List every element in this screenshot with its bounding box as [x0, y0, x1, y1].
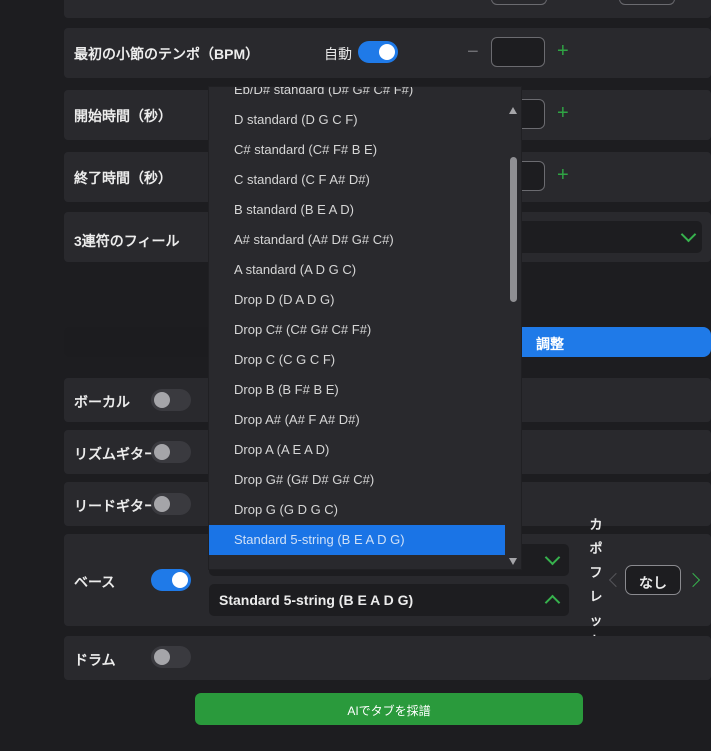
top-partial-row	[64, 0, 711, 18]
toggle-knob	[379, 44, 395, 60]
rhythm-guitar-toggle[interactable]	[151, 441, 191, 463]
capo-char: ッ	[589, 613, 603, 628]
rhythm-guitar-label: リズムギター	[74, 446, 158, 462]
capo-prev-button[interactable]	[606, 571, 624, 591]
tempo-row: 最初の小節のテンポ（BPM） 自動 − +	[64, 28, 711, 78]
tuning-option[interactable]: Drop G# (G# D# G# C#)	[209, 465, 521, 495]
tuning-options: Eb/D# standard (D# G# C# F#) D standard (…	[209, 87, 521, 555]
bass-label: ベース	[74, 574, 116, 590]
tuning-option[interactable]: Drop B (B F# B E)	[209, 375, 521, 405]
tuning-option[interactable]: D standard (D G C F)	[209, 105, 521, 135]
bass-tuning-select[interactable]: Standard 5-string (B E A D G)	[209, 584, 569, 616]
scroll-up-arrow-icon[interactable]	[509, 107, 517, 114]
toggle-knob	[154, 649, 170, 665]
transcribe-button-label: AIでタブを採譜	[347, 704, 431, 718]
capo-char: カ	[589, 517, 603, 532]
tuning-option[interactable]: Drop D (D A D G)	[209, 285, 521, 315]
chevron-right-icon	[685, 572, 701, 588]
capo-value: なし	[639, 575, 667, 591]
scroll-down-arrow-icon[interactable]	[509, 558, 517, 565]
tuning-option[interactable]: Drop C# (C# G# C# F#)	[209, 315, 521, 345]
vocal-toggle[interactable]	[151, 389, 191, 411]
toggle-knob	[154, 444, 170, 460]
scrollbar-thumb[interactable]	[510, 157, 517, 302]
end-time-plus-button[interactable]: +	[557, 165, 569, 185]
capo-next-button[interactable]	[685, 571, 702, 591]
lead-guitar-label: リードギター	[74, 498, 158, 514]
tuning-option[interactable]: Drop G (G D G C)	[209, 495, 521, 525]
capo-fret-label: カ ポ フ レ ッ ト	[589, 514, 603, 636]
tuning-option[interactable]: A standard (A D G C)	[209, 255, 521, 285]
capo-char: フ	[589, 565, 603, 580]
tuning-option[interactable]: C# standard (C# F# B E)	[209, 135, 521, 165]
transcribe-button[interactable]: AIでタブを採譜	[195, 693, 583, 725]
lead-guitar-toggle[interactable]	[151, 493, 191, 515]
tuning-option[interactable]: C standard (C F A# D#)	[209, 165, 521, 195]
chevron-down-icon	[680, 226, 697, 243]
capo-char: レ	[589, 589, 603, 604]
toggle-knob	[172, 572, 188, 588]
capo-char: ポ	[589, 541, 603, 556]
tuning-option[interactable]: B standard (B E A D)	[209, 195, 521, 225]
tuning-option[interactable]: Drop A (A E A D)	[209, 435, 521, 465]
tuning-option[interactable]: Drop C (C G C F)	[209, 345, 521, 375]
tempo-input[interactable]	[491, 37, 545, 67]
capo-value-box[interactable]: なし	[625, 565, 681, 595]
start-time-plus-button[interactable]: +	[557, 103, 569, 123]
dropdown-scrollbar[interactable]	[505, 87, 521, 569]
bass-toggle[interactable]	[151, 569, 191, 591]
track-row-drums: ドラム	[64, 636, 711, 680]
partial-numbox-2[interactable]	[619, 0, 675, 5]
partial-numbox[interactable]	[491, 0, 547, 5]
start-time-label: 開始時間（秒）	[74, 108, 172, 124]
tuning-dropdown-list[interactable]: Eb/D# standard (D# G# C# F#) D standard (…	[208, 86, 522, 570]
tuning-option[interactable]: Eb/D# standard (D# G# C# F#)	[209, 87, 521, 105]
chevron-down-icon	[544, 549, 561, 566]
bass-tuning-value: Standard 5-string (B E A D G)	[219, 592, 414, 608]
tempo-plus-button[interactable]: +	[557, 41, 569, 61]
tuning-option[interactable]: A# standard (A# D# G# C#)	[209, 225, 521, 255]
drums-label: ドラム	[74, 652, 116, 668]
tempo-label: 最初の小節のテンポ（BPM）	[74, 46, 260, 62]
tuning-option[interactable]: Standard 5-string (B E A D G)	[209, 525, 521, 555]
end-time-label: 終了時間（秒）	[74, 170, 172, 186]
toggle-knob	[154, 392, 170, 408]
toggle-knob	[154, 496, 170, 512]
tempo-minus-button[interactable]: −	[467, 42, 479, 62]
tuning-option[interactable]: Drop A# (A# F A# D#)	[209, 405, 521, 435]
drums-toggle[interactable]	[151, 646, 191, 668]
chevron-up-icon	[544, 594, 561, 611]
triplet-label: 3連符のフィール	[74, 233, 180, 249]
vocal-label: ボーカル	[74, 394, 130, 410]
adjust-button-label: 調整	[536, 336, 564, 352]
tempo-auto-label: 自動	[324, 46, 352, 62]
tempo-auto-toggle[interactable]	[358, 41, 398, 63]
